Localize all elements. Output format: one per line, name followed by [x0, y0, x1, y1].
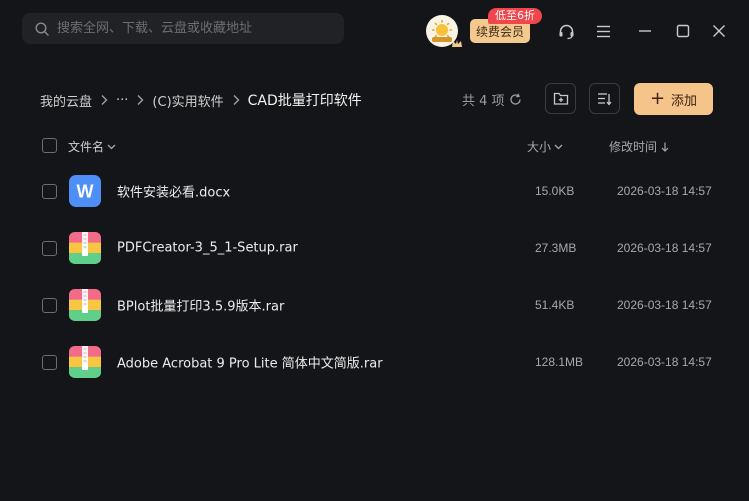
chevron-right-icon	[100, 94, 108, 106]
plus-icon: +	[649, 88, 666, 109]
file-modified: 2026-03-18 14:57	[617, 183, 712, 198]
file-name[interactable]: Adobe Acrobat 9 Pro Lite 简体中文简版.rar	[117, 352, 383, 371]
table-header: 文件名 大小 修改时间	[0, 135, 749, 157]
table-row[interactable]: PDFCreator-3_5_1-Setup.rar 27.3MB 2026-0…	[0, 219, 749, 276]
column-name-label: 文件名	[68, 140, 105, 154]
file-name[interactable]: 软件安装必看.docx	[117, 181, 230, 200]
renew-vip-label: 续费会员	[475, 24, 524, 39]
select-all-checkbox[interactable]	[42, 138, 57, 153]
chevron-down-icon	[107, 144, 116, 149]
breadcrumb-parent[interactable]: (C)实用软件	[152, 91, 223, 110]
vip-crown-icon	[451, 36, 463, 47]
top-bar: 续费会员 低至6折	[0, 0, 749, 62]
chevron-down-icon	[554, 144, 563, 149]
arrow-down-icon	[661, 142, 669, 152]
add-button-label: 添加	[671, 93, 698, 109]
search-box[interactable]	[22, 13, 344, 44]
file-size: 128.1MB	[535, 354, 584, 369]
archive-icon	[69, 288, 101, 321]
discount-badge: 低至6折	[488, 8, 542, 24]
item-count: 共 4 项	[462, 90, 522, 109]
archive-icon	[69, 345, 101, 378]
file-modified: 2026-03-18 14:57	[617, 354, 712, 369]
menu-icon[interactable]	[594, 22, 612, 40]
row-checkbox[interactable]	[42, 298, 57, 313]
row-checkbox[interactable]	[42, 184, 57, 199]
search-input[interactable]	[55, 20, 329, 37]
minimize-icon[interactable]	[636, 22, 654, 40]
row-checkbox[interactable]	[42, 355, 57, 370]
file-name[interactable]: PDFCreator-3_5_1-Setup.rar	[117, 240, 298, 255]
breadcrumb-root[interactable]: 我的云盘	[40, 91, 92, 110]
close-icon[interactable]	[710, 22, 728, 40]
headset-icon[interactable]	[557, 22, 575, 40]
breadcrumb-current: CAD批量打印软件	[247, 93, 362, 109]
svg-text:W: W	[77, 181, 94, 201]
add-button[interactable]: + 添加	[634, 83, 713, 115]
refresh-icon[interactable]	[509, 93, 522, 106]
chevron-right-icon	[136, 94, 144, 106]
table-row[interactable]: BPlot批量打印3.5.9版本.rar 51.4KB 2026-03-18 1…	[0, 276, 749, 333]
column-modified[interactable]: 修改时间	[609, 138, 669, 155]
column-size[interactable]: 大小	[527, 138, 563, 155]
sort-button[interactable]	[589, 83, 620, 114]
file-size: 51.4KB	[535, 297, 575, 312]
file-name[interactable]: BPlot批量打印3.5.9版本.rar	[117, 295, 284, 314]
table-row[interactable]: W 软件安装必看.docx 15.0KB 2026-03-18 14:57	[0, 162, 749, 219]
row-checkbox[interactable]	[42, 241, 57, 256]
file-modified: 2026-03-18 14:57	[617, 297, 712, 312]
archive-icon	[69, 231, 101, 264]
file-size: 27.3MB	[535, 240, 577, 255]
new-folder-icon	[553, 92, 568, 105]
breadcrumb-more[interactable]: ···	[116, 93, 128, 108]
file-size: 15.0KB	[535, 183, 575, 198]
search-icon	[35, 21, 49, 36]
word-doc-icon: W	[69, 174, 101, 207]
sort-icon	[598, 92, 612, 106]
breadcrumb: 我的云盘 ··· (C)实用软件 CAD批量打印软件	[40, 90, 362, 110]
new-folder-button[interactable]	[545, 83, 576, 114]
column-modified-label: 修改时间	[609, 140, 658, 154]
chevron-right-icon	[232, 94, 240, 106]
table-row[interactable]: Adobe Acrobat 9 Pro Lite 简体中文简版.rar 128.…	[0, 333, 749, 390]
file-modified: 2026-03-18 14:57	[617, 240, 712, 255]
maximize-icon[interactable]	[674, 22, 692, 40]
item-count-label: 共 4 项	[462, 94, 505, 109]
column-size-label: 大小	[527, 140, 552, 154]
column-name[interactable]: 文件名	[68, 138, 116, 155]
